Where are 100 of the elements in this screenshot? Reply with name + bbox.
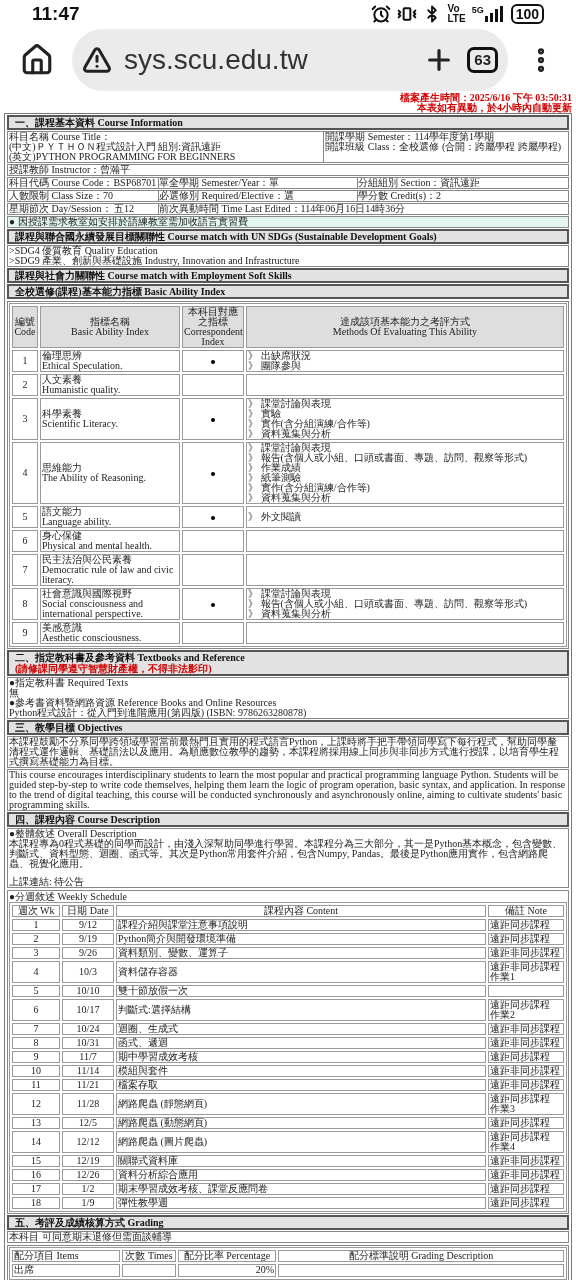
table-cell: 11/21 <box>62 1078 114 1091</box>
table-cell: 檔案存取 <box>116 1078 486 1091</box>
battery-indicator: 100 <box>510 4 544 25</box>
method-item: 》 出缺席狀況 <box>248 350 312 361</box>
table-cell: 資料儲存容器 <box>116 960 486 983</box>
section-heading: 四、課程內容 Course Description <box>7 811 569 827</box>
alarm-icon <box>371 4 392 25</box>
table-cell: 2 <box>12 932 60 945</box>
table-cell: 遠距同步課程 作業2 <box>488 998 564 1021</box>
table-cell: 1 <box>12 349 38 372</box>
table-cell: 5 <box>12 984 60 997</box>
table-cell: 11/28 <box>62 1092 114 1115</box>
table-cell-text: 授課教師 Instructor：曾瀚平 <box>9 164 132 175</box>
table-cell: 資料類別、變數、運算子 <box>116 946 486 959</box>
table-cell: 期末學習成效考核、課堂反應問卷 <box>116 1182 486 1195</box>
table-cell: 11 <box>12 1078 60 1091</box>
table-cell: 11/7 <box>62 1050 114 1063</box>
home-button[interactable] <box>20 42 54 77</box>
table-cell: 模組與套件 <box>116 1064 486 1077</box>
table-cell: 3 <box>12 946 60 959</box>
link-text: 上課連結: 待公告 <box>9 876 86 887</box>
table-cell: 15 <box>12 1154 60 1167</box>
table-cell: 1/9 <box>62 1196 114 1209</box>
table-cell: 4 <box>12 960 60 983</box>
table-cell: 人文素養 Humanistic quality. <box>40 373 180 396</box>
method-item: 》 實驗 <box>248 408 281 419</box>
section-heading: 課程與社會力關聯性 Course match with Employment Soft Skills <box>7 267 569 283</box>
table-cell: 10 <box>12 1064 60 1077</box>
table-cell: 迴圈、生成式 <box>116 1022 486 1035</box>
table-cell: 13 <box>12 1116 60 1129</box>
table-cell: 1 <box>12 918 60 931</box>
warning-icon <box>82 44 112 75</box>
table-cell: 遠距非同步課程 作業1 <box>488 960 564 983</box>
column-header: 配分項目 Items <box>12 1249 120 1262</box>
signal-icon <box>484 6 503 23</box>
table-cell: 14 <box>12 1130 60 1153</box>
table-cell: 7 <box>12 1022 60 1035</box>
table-cell: 倫理思辨 Ethical Speculation. <box>40 349 180 372</box>
table-cell: 10/24 <box>62 1022 114 1035</box>
column-header: 配分比率 Percentage <box>178 1249 276 1262</box>
copyright-warning: (請修課同學遵守智慧財產權，不得非法影印) <box>15 662 213 674</box>
column-header: 週次 Wk <box>12 904 60 917</box>
reference-text: Python程式設計：從入門到進階應用(第四版) (ISBN: 9786263280878) <box>9 707 308 718</box>
table-cell: 20% <box>178 1263 276 1277</box>
table-cell: 12/26 <box>62 1168 114 1181</box>
table-cell: 期中學習成效考核 <box>116 1050 486 1063</box>
table-cell-text: 分組組別 Section：資訊遠距 <box>358 177 482 188</box>
table-cell: 遠距同步課程 作業3 <box>488 1092 564 1115</box>
table-cell: 9/19 <box>62 932 114 945</box>
table-cell: 遠距同步課程 <box>488 1050 564 1063</box>
table-cell: 11/14 <box>62 1064 114 1077</box>
table-cell: 遠距非同步課程 <box>488 1064 564 1077</box>
table-cell: 遠距非同步課程 <box>488 946 564 959</box>
method-item: 》 課堂討論與表現 <box>248 442 331 453</box>
table-cell: 科目代碼 Course Code：BSP68701 <box>9 177 159 188</box>
table-cell: 雙十節放假一次 <box>116 984 486 997</box>
table-cell: 18 <box>12 1196 60 1209</box>
table-cell: 遠距非同步課程 <box>488 1036 564 1049</box>
method-item: 》 團隊參與 <box>248 360 301 371</box>
column-header: 次數 Times <box>122 1249 176 1262</box>
table-cell: 彈性教學週 <box>116 1196 486 1209</box>
paragraph: 本科目 可同意期末退修但需面談輔導 <box>9 1231 173 1242</box>
table-cell: 遠距非同步課程 <box>488 1022 564 1035</box>
column-header: 達成該項基本能力之考評方式 Methods Of Evaluating This Ability <box>246 305 564 348</box>
table-cell: 必選修別 Required/Elective：選 <box>159 190 358 201</box>
table-cell: 網路爬蟲 (圖片爬蟲) <box>116 1130 486 1153</box>
table-cell: 10/31 <box>62 1036 114 1049</box>
table-cell: 16 <box>12 1168 60 1181</box>
column-header: 編號 Code <box>12 305 38 348</box>
method-item: 》 課堂討論與表現 <box>248 398 332 409</box>
method-item: 》 紙筆測驗 <box>248 472 302 483</box>
table-cell: 關聯式資料庫 <box>116 1154 486 1167</box>
table-cell: 單全學期 Semester/Year：單 <box>159 177 358 188</box>
table-cell-text: 前次異動時間 Time Last Edited：114年06月16日14時36分 <box>159 203 407 214</box>
method-item: 》 資料蒐集與分析 <box>248 608 331 619</box>
column-header: 備註 Note <box>488 904 564 917</box>
table-cell: 12/5 <box>62 1116 114 1129</box>
table-cell: 遠距同步課程 <box>488 1196 564 1209</box>
subheading: ●分週敘述 Weekly Schedule <box>9 891 128 902</box>
section-heading: 二、指定教科書及參考資料 Textbooks and Reference (請修課同學遵守智慧財產權，不得非法影印) <box>7 649 569 676</box>
method-item: 》 課堂討論與表現 <box>248 588 331 599</box>
method-item: 》 資料蒐集與分析 <box>248 428 331 439</box>
paragraph: 本課程專為0程式基礎的同學而設計，由淺入深幫助同學進行學習。本課程分為三大部分，其一是Python基本概念，包含變數、判斷式、資料型態、迴圈、函式等。其次是Python常用套件介紹，包含Numpy, Pandas。最後是Python應用實作，包含網路爬蟲、視覺化應用。 <box>9 838 564 869</box>
volte-label: LTE <box>447 14 466 25</box>
table-cell: 7 <box>12 553 38 586</box>
reference-text: ●指定教科書 Required Texts <box>9 677 130 688</box>
address-bar[interactable]: sys.scu.edu.tw 63 <box>72 28 508 91</box>
tab-count-button[interactable]: 63 <box>467 46 498 73</box>
table-cell: 身心保健 Physical and mental health. <box>40 529 180 552</box>
table-cell: 出席 <box>12 1263 120 1277</box>
method-item: 》 報告(含個人或小組、口頭或書面、專題、訪問、觀察等形式) <box>248 598 529 609</box>
table-cell: 12/19 <box>62 1154 114 1167</box>
table-cell: 科學素養 Scientific Literacy. <box>40 397 180 440</box>
section-heading: 五、考評及成績核算方式 Grading <box>7 1214 569 1230</box>
method-item: 》 資料蒐集與分析 <box>248 492 331 503</box>
table-cell: 星期節次 Day/Session： 五12 <box>9 203 159 214</box>
table-cell: 網路爬蟲 (靜態網頁) <box>116 1092 486 1115</box>
reference-text: 無 <box>9 687 19 698</box>
url-text: sys.scu.edu.tw <box>124 42 308 77</box>
table-cell: 遠距同步課程 <box>488 1116 564 1129</box>
